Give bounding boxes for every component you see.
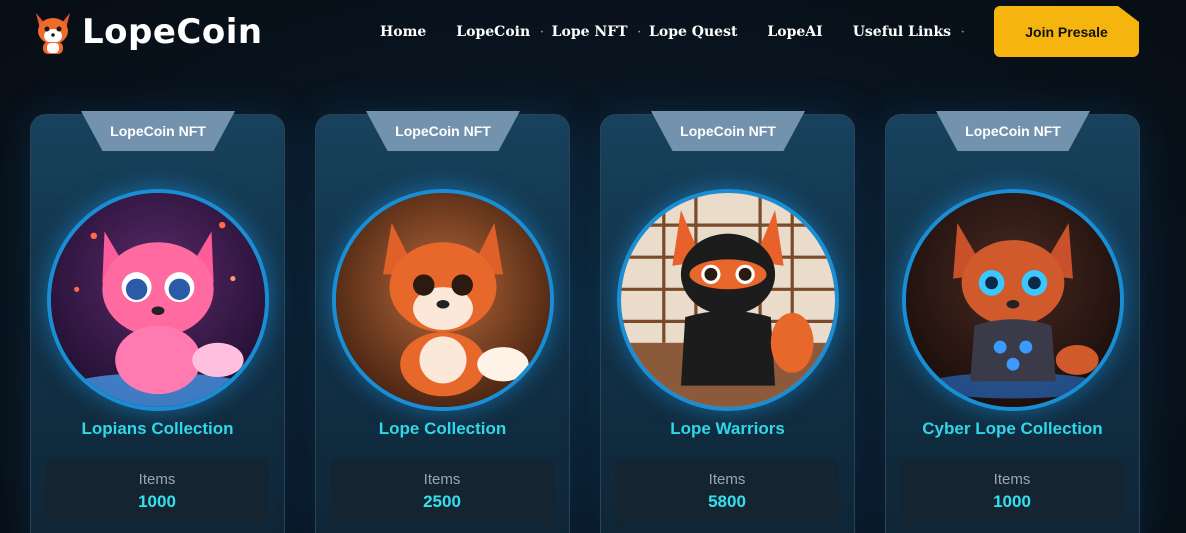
collection-image [332, 189, 554, 411]
collection-card[interactable]: LopeCoin NFT [885, 111, 1140, 533]
items-label: Items [993, 471, 1031, 488]
nav-lope-nft[interactable]: Lope NFT · [552, 24, 649, 40]
items-stat: Items 1000 [900, 459, 1124, 525]
items-stat: Items 5800 [615, 459, 839, 525]
ninja-fox-image [621, 193, 835, 407]
items-stat: Items 2500 [330, 459, 554, 525]
brand-name: LopeCoin [82, 12, 263, 52]
collection-title: Lope Warriors [670, 419, 785, 438]
card-tag: LopeCoin NFT [936, 111, 1090, 151]
collection-image [902, 189, 1124, 411]
orange-fox-image [336, 193, 550, 407]
items-label: Items [423, 471, 461, 488]
dropdown-dot-icon: · [961, 26, 965, 38]
items-stat: Items 1000 [45, 459, 269, 525]
nav-useful-links[interactable]: Useful Links · [853, 24, 973, 40]
card-tag: LopeCoin NFT [366, 111, 520, 151]
nav-lope-quest[interactable]: Lope Quest [649, 24, 737, 40]
collection-card[interactable]: LopeCoin NFT [30, 111, 285, 533]
items-value: 1000 [138, 492, 176, 511]
pink-fox-image [51, 193, 265, 407]
collection-title: Lope Collection [378, 419, 507, 438]
nav-lope-nft-label: Lope NFT [551, 24, 628, 40]
nav-lopecoin[interactable]: LopeCoin · [456, 24, 551, 40]
items-value: 1000 [993, 492, 1031, 511]
fox-logo-icon [36, 13, 70, 54]
card-tag: LopeCoin NFT [651, 111, 805, 151]
site-header: LopeCoin Home LopeCoin · Lope NFT · Lope… [0, 0, 1186, 64]
dropdown-dot-icon: · [637, 26, 642, 38]
collection-card[interactable]: LopeCoin NFT Lope Collection Items 2500 [315, 111, 570, 533]
nav-lopeai[interactable]: LopeAI [767, 24, 822, 40]
collection-title: Cyber Lope Collection [922, 419, 1103, 438]
dropdown-dot-icon: · [540, 26, 544, 38]
card-tag: LopeCoin NFT [81, 111, 235, 151]
nav-lopecoin-label: LopeCoin [456, 24, 531, 40]
nav-home-label: Home [380, 24, 427, 40]
items-label: Items [138, 471, 176, 488]
collection-image [617, 189, 839, 411]
items-value: 5800 [708, 492, 746, 511]
collection-image [47, 189, 269, 411]
brand-logo[interactable]: LopeCoin [32, 8, 263, 56]
nav-useful-links-label: Useful Links [852, 24, 952, 40]
main-nav: Home LopeCoin · Lope NFT · Lope Quest Lo… [380, 20, 973, 44]
items-value: 2500 [423, 492, 461, 511]
cyber-fox-image [906, 193, 1120, 407]
nav-home[interactable]: Home [380, 24, 426, 40]
items-label: Items [708, 471, 746, 488]
collection-card[interactable]: LopeCoin NFT Lope Warriors Items 5800 [600, 111, 855, 533]
nav-lope-quest-label: Lope Quest [649, 24, 738, 40]
nav-lopeai-label: LopeAI [767, 24, 823, 40]
join-presale-button[interactable]: Join Presale [994, 6, 1139, 57]
collection-title: Lopians Collection [81, 419, 234, 438]
